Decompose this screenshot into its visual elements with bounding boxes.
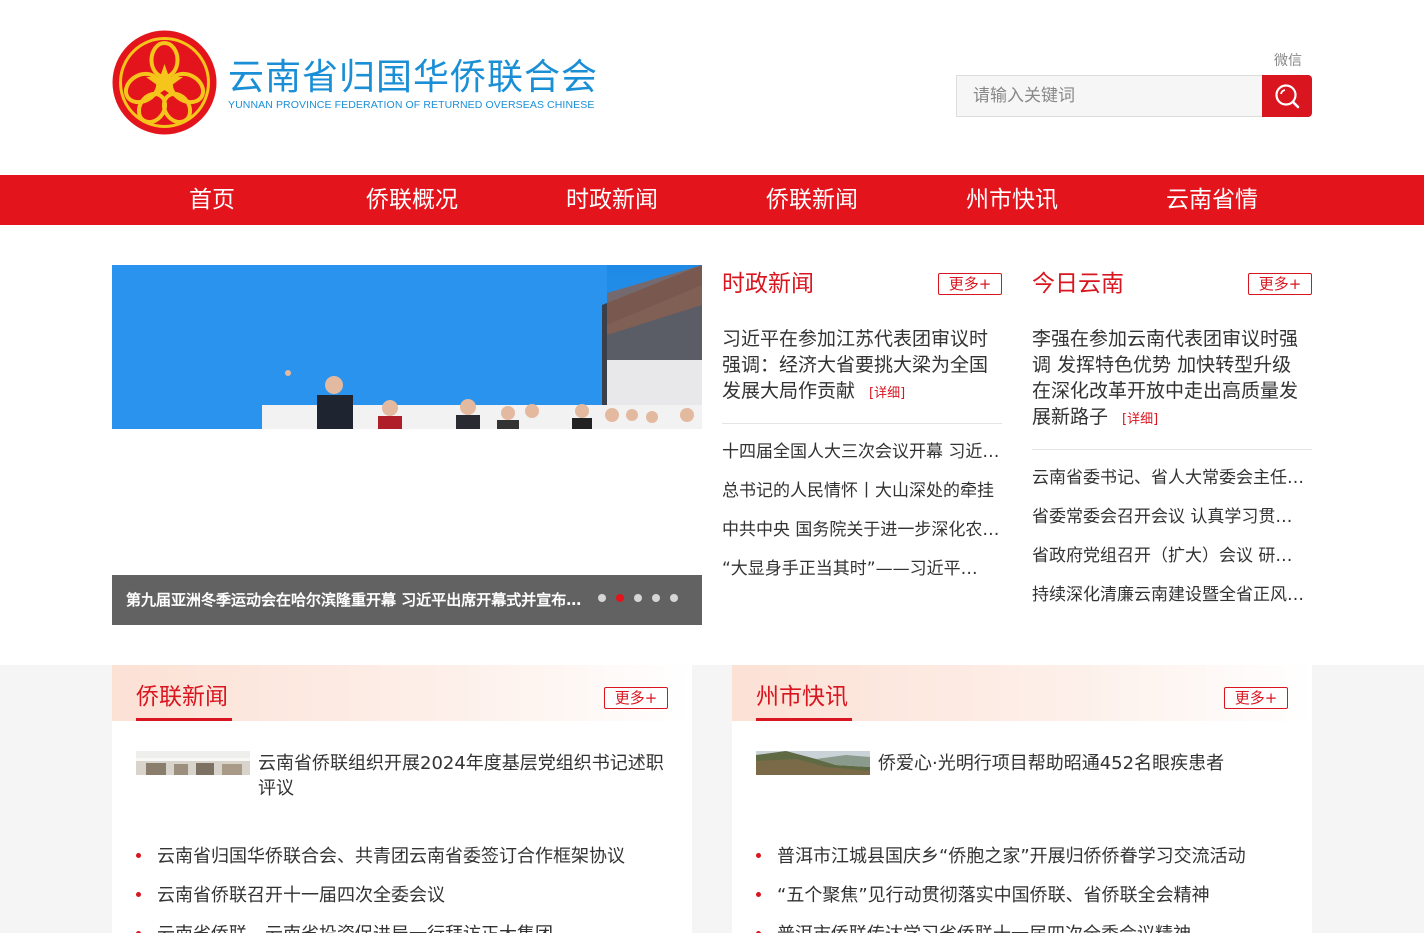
qiaolian-list-item[interactable]: 云南省归国华侨联合会、共青团云南省委签订合作框架协议 (136, 845, 625, 869)
slider-dot-4[interactable] (652, 594, 660, 602)
politics-headline-text: 习近平在参加江苏代表团审议时强调：经济大省要挑大梁为全国发展大局作贡献 (722, 328, 989, 402)
yunnan-today-detail-link[interactable]: [详细] (1122, 412, 1158, 427)
prefecture-list-item[interactable]: “五个聚焦”见行动贯彻落实中国侨联、省侨联全会精神 (756, 884, 1210, 908)
prefecture-more-button[interactable]: 更多+ (1224, 687, 1288, 709)
politics-list-item[interactable]: 中共中央 国务院关于进一步深化农村改革扎实推进乡村全面振兴的意见 (722, 518, 1002, 542)
qiaolian-feature-link[interactable]: 云南省侨联组织开展2024年度基层党组织书记述职评议 (258, 751, 668, 801)
politics-more-button[interactable]: 更多+ (938, 273, 1002, 295)
yunnan-today-list-item[interactable]: 省政府党组召开（扩大）会议 研究部署重点工作 (1032, 544, 1308, 568)
slide-caption[interactable]: 第九届亚洲冬季运动会在哈尔滨隆重开幕 习近平出席开幕式并宣布本届亚冬会开幕 (126, 589, 582, 611)
politics-list-item[interactable]: “大显身手正当其时”——习近平总书记同民营企业家座谈 (722, 557, 988, 581)
divider (1032, 449, 1312, 450)
prefecture-feature-link[interactable]: 侨爱心·光明行项目帮助昭通452名眼疾患者 (878, 751, 1288, 776)
yunnan-today-list-item[interactable]: 持续深化清廉云南建设暨全省正风肃纪反腐工作会议召开 (1032, 583, 1304, 607)
site-subtitle: YUNNAN PROVINCE FEDERATION OF RETURNED O… (228, 99, 595, 111)
slider-dot-2[interactable] (616, 594, 624, 602)
bullet (756, 891, 761, 897)
politics-news-title: 时政新闻 (722, 271, 814, 297)
yunnan-today-list-item[interactable]: 云南省委书记、省人大常委会主任王宁参加审议 (1032, 466, 1304, 490)
politics-list-item[interactable]: 总书记的人民情怀丨大山深处的牵挂 (722, 479, 1002, 503)
site-header: 云南省归国华侨联合会 YUNNAN PROVINCE FEDERATION OF… (0, 0, 1424, 175)
prefecture-list-item-text: 普洱市江城县国庆乡“侨胞之家”开展归侨侨眷学习交流活动 (777, 846, 1246, 867)
nav-item-yunnan-info[interactable]: 云南省情 (1112, 175, 1312, 225)
politics-headline[interactable]: 习近平在参加江苏代表团审议时强调：经济大省要挑大梁为全国发展大局作贡献 [详细] (722, 326, 1004, 407)
slider-dot-5[interactable] (670, 594, 678, 602)
qiaolian-news-title: 侨联新闻 (136, 684, 228, 710)
prefecture-list-item[interactable]: 普洱市侨联传达学习省侨联十一届四次全委会议精神 (756, 923, 1191, 933)
search-button[interactable] (1262, 75, 1312, 117)
prefecture-list-item[interactable]: 普洱市江城县国庆乡“侨胞之家”开展归侨侨眷学习交流活动 (756, 845, 1246, 869)
nav-item-politics-news[interactable]: 时政新闻 (512, 175, 712, 225)
bullet (136, 891, 141, 897)
prefecture-list-item-text: 普洱市侨联传达学习省侨联十一届四次全委会议精神 (777, 924, 1191, 933)
qiaolian-list-item-text: 云南省归国华侨联合会、共青团云南省委签订合作框架协议 (157, 846, 625, 867)
qiaolian-news-panel: 侨联新闻 更多+ 云南省侨联组织开展2024年度基层党组织书记述职评议 云南省归… (112, 665, 692, 933)
prefecture-news-title: 州市快讯 (756, 684, 848, 710)
news-slider[interactable] (112, 265, 702, 625)
yunnan-today-title: 今日云南 (1032, 271, 1124, 297)
search-icon (1275, 84, 1300, 109)
main-nav: 首页 侨联概况 时政新闻 侨联新闻 州市快讯 云南省情 (0, 175, 1424, 225)
qiaolian-feature-thumbnail[interactable] (136, 751, 250, 775)
yunnan-today-headline[interactable]: 李强在参加云南代表团审议时强调 发挥特色优势 加快转型升级 在深化改革开放中走出… (1032, 326, 1314, 433)
qiaolian-list-item[interactable]: 云南省侨联召开十一届四次全委会议 (136, 884, 445, 908)
federation-emblem-logo[interactable] (112, 30, 217, 135)
slider-dot-3[interactable] (634, 594, 642, 602)
prefecture-feature-thumbnail[interactable] (756, 751, 870, 775)
yunnan-today-more-button[interactable]: 更多+ (1248, 273, 1312, 295)
bullet (756, 852, 761, 858)
search-input[interactable] (956, 75, 1262, 117)
slider-dot-1[interactable] (598, 594, 606, 602)
nav-item-prefecture-news[interactable]: 州市快讯 (912, 175, 1112, 225)
nav-item-qiaolian-news[interactable]: 侨联新闻 (712, 175, 912, 225)
prefecture-news-panel: 州市快讯 更多+ 侨爱心·光明行项目帮助昭通452名眼疾患者 普洱市江城县国庆乡… (732, 665, 1312, 933)
politics-detail-link[interactable]: [详细] (869, 386, 905, 401)
wechat-link[interactable]: 微信 (1274, 50, 1302, 70)
nav-item-home[interactable]: 首页 (112, 175, 312, 225)
yunnan-today-list-item[interactable]: 省委常委会召开会议 认真学习贯彻习近平总书记重要讲话精神 (1032, 505, 1308, 529)
prefecture-list-item-text: “五个聚焦”见行动贯彻落实中国侨联、省侨联全会精神 (777, 885, 1210, 906)
qiaolian-list-item-text: 云南省侨联召开十一届四次全委会议 (157, 885, 445, 906)
bullet (136, 852, 141, 858)
divider (722, 423, 1002, 424)
qiaolian-more-button[interactable]: 更多+ (604, 687, 668, 709)
site-title: 云南省归国华侨联合会 (228, 57, 599, 98)
yunnan-today-headline-text: 李强在参加云南代表团审议时强调 发挥特色优势 加快转型升级 在深化改革开放中走出… (1032, 328, 1299, 428)
title-underline (756, 718, 852, 721)
politics-list-item[interactable]: 十四届全国人大三次会议开幕 习近平等党和国家领导人出席 (722, 440, 1002, 464)
qiaolian-list-item-text: 云南省侨联、云南省投资促进局一行拜访正大集团 (157, 924, 553, 933)
qiaolian-list-item[interactable]: 云南省侨联、云南省投资促进局一行拜访正大集团 (136, 923, 553, 933)
title-underline (136, 718, 232, 721)
slide-photo[interactable] (112, 265, 702, 429)
nav-item-overview[interactable]: 侨联概况 (312, 175, 512, 225)
